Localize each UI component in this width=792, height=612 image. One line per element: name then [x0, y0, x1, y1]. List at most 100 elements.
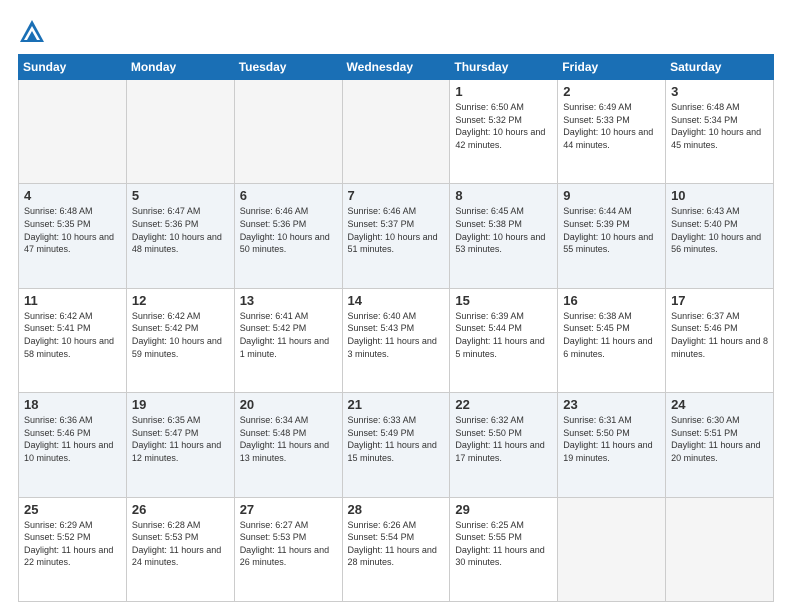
day-info: Sunrise: 6:48 AM Sunset: 5:35 PM Dayligh…: [24, 205, 121, 255]
weekday-header-saturday: Saturday: [666, 55, 774, 80]
calendar-cell: [126, 80, 234, 184]
day-number: 16: [563, 293, 660, 308]
calendar-cell: 1 Sunrise: 6:50 AM Sunset: 5:32 PM Daylig…: [450, 80, 558, 184]
calendar-cell: 12 Sunrise: 6:42 AM Sunset: 5:42 PM Dayli…: [126, 288, 234, 392]
calendar-cell: 8Sunrise: 6:45 AM Sunset: 5:38 PM Daylig…: [450, 184, 558, 288]
day-number: 14: [348, 293, 445, 308]
day-number: 26: [132, 502, 229, 517]
logo: [18, 18, 50, 46]
day-number: 2: [563, 84, 660, 99]
day-info: Sunrise: 6:41 AM Sunset: 5:42 PM Dayligh…: [240, 310, 337, 360]
day-number: 29: [455, 502, 552, 517]
day-info: Sunrise: 6:38 AM Sunset: 5:45 PM Dayligh…: [563, 310, 660, 360]
day-number: 11: [24, 293, 121, 308]
day-number: 10: [671, 188, 768, 203]
calendar-cell: 5 Sunrise: 6:47 AM Sunset: 5:36 PM Daylig…: [126, 184, 234, 288]
day-info: Sunrise: 6:45 AM Sunset: 5:38 PM Dayligh…: [455, 205, 552, 255]
day-info: Sunrise: 6:27 AM Sunset: 5:53 PM Dayligh…: [240, 519, 337, 569]
calendar-cell: 6 Sunrise: 6:46 AM Sunset: 5:36 PM Daylig…: [234, 184, 342, 288]
weekday-header-row: SundayMondayTuesdayWednesdayThursdayFrid…: [19, 55, 774, 80]
header: [18, 18, 774, 46]
calendar-cell: 24 Sunrise: 6:30 AM Sunset: 5:51 PM Dayli…: [666, 393, 774, 497]
calendar-cell: [342, 80, 450, 184]
calendar-cell: [234, 80, 342, 184]
calendar-week-row: 18Sunrise: 6:36 AM Sunset: 5:46 PM Dayli…: [19, 393, 774, 497]
calendar-week-row: 25 Sunrise: 6:29 AM Sunset: 5:52 PM Dayli…: [19, 497, 774, 601]
day-number: 24: [671, 397, 768, 412]
day-info: Sunrise: 6:46 AM Sunset: 5:36 PM Dayligh…: [240, 205, 337, 255]
calendar-cell: 28Sunrise: 6:26 AM Sunset: 5:54 PM Dayli…: [342, 497, 450, 601]
calendar-cell: 4 Sunrise: 6:48 AM Sunset: 5:35 PM Daylig…: [19, 184, 127, 288]
calendar-cell: 23 Sunrise: 6:31 AM Sunset: 5:50 PM Dayli…: [558, 393, 666, 497]
day-info: Sunrise: 6:26 AM Sunset: 5:54 PM Dayligh…: [348, 519, 445, 569]
day-number: 1: [455, 84, 552, 99]
day-number: 4: [24, 188, 121, 203]
calendar-cell: 27 Sunrise: 6:27 AM Sunset: 5:53 PM Dayli…: [234, 497, 342, 601]
calendar-cell: 19 Sunrise: 6:35 AM Sunset: 5:47 PM Dayli…: [126, 393, 234, 497]
day-number: 23: [563, 397, 660, 412]
day-number: 21: [348, 397, 445, 412]
calendar-cell: 26 Sunrise: 6:28 AM Sunset: 5:53 PM Dayli…: [126, 497, 234, 601]
calendar-cell: 2 Sunrise: 6:49 AM Sunset: 5:33 PM Daylig…: [558, 80, 666, 184]
calendar-cell: 29 Sunrise: 6:25 AM Sunset: 5:55 PM Dayli…: [450, 497, 558, 601]
calendar-cell: 20 Sunrise: 6:34 AM Sunset: 5:48 PM Dayli…: [234, 393, 342, 497]
calendar-table: SundayMondayTuesdayWednesdayThursdayFrid…: [18, 54, 774, 602]
weekday-header-thursday: Thursday: [450, 55, 558, 80]
calendar-cell: 22 Sunrise: 6:32 AM Sunset: 5:50 PM Dayli…: [450, 393, 558, 497]
day-info: Sunrise: 6:32 AM Sunset: 5:50 PM Dayligh…: [455, 414, 552, 464]
calendar-cell: 13 Sunrise: 6:41 AM Sunset: 5:42 PM Dayli…: [234, 288, 342, 392]
day-info: Sunrise: 6:34 AM Sunset: 5:48 PM Dayligh…: [240, 414, 337, 464]
logo-icon: [18, 18, 46, 46]
day-number: 6: [240, 188, 337, 203]
day-number: 22: [455, 397, 552, 412]
calendar-week-row: 11 Sunrise: 6:42 AM Sunset: 5:41 PM Dayli…: [19, 288, 774, 392]
day-info: Sunrise: 6:48 AM Sunset: 5:34 PM Dayligh…: [671, 101, 768, 151]
day-info: Sunrise: 6:39 AM Sunset: 5:44 PM Dayligh…: [455, 310, 552, 360]
calendar-cell: 3 Sunrise: 6:48 AM Sunset: 5:34 PM Daylig…: [666, 80, 774, 184]
day-number: 19: [132, 397, 229, 412]
day-info: Sunrise: 6:28 AM Sunset: 5:53 PM Dayligh…: [132, 519, 229, 569]
day-number: 13: [240, 293, 337, 308]
day-number: 5: [132, 188, 229, 203]
day-number: 15: [455, 293, 552, 308]
day-info: Sunrise: 6:50 AM Sunset: 5:32 PM Dayligh…: [455, 101, 552, 151]
day-info: Sunrise: 6:37 AM Sunset: 5:46 PM Dayligh…: [671, 310, 768, 360]
day-info: Sunrise: 6:33 AM Sunset: 5:49 PM Dayligh…: [348, 414, 445, 464]
page: SundayMondayTuesdayWednesdayThursdayFrid…: [0, 0, 792, 612]
day-info: Sunrise: 6:25 AM Sunset: 5:55 PM Dayligh…: [455, 519, 552, 569]
calendar-cell: [19, 80, 127, 184]
calendar-cell: [666, 497, 774, 601]
day-info: Sunrise: 6:31 AM Sunset: 5:50 PM Dayligh…: [563, 414, 660, 464]
calendar-cell: 7Sunrise: 6:46 AM Sunset: 5:37 PM Daylig…: [342, 184, 450, 288]
day-number: 7: [348, 188, 445, 203]
day-info: Sunrise: 6:35 AM Sunset: 5:47 PM Dayligh…: [132, 414, 229, 464]
weekday-header-monday: Monday: [126, 55, 234, 80]
calendar-cell: 11 Sunrise: 6:42 AM Sunset: 5:41 PM Dayli…: [19, 288, 127, 392]
day-info: Sunrise: 6:47 AM Sunset: 5:36 PM Dayligh…: [132, 205, 229, 255]
weekday-header-wednesday: Wednesday: [342, 55, 450, 80]
calendar-cell: 9Sunrise: 6:44 AM Sunset: 5:39 PM Daylig…: [558, 184, 666, 288]
calendar-cell: 18Sunrise: 6:36 AM Sunset: 5:46 PM Dayli…: [19, 393, 127, 497]
calendar-cell: [558, 497, 666, 601]
calendar-week-row: 1 Sunrise: 6:50 AM Sunset: 5:32 PM Daylig…: [19, 80, 774, 184]
day-info: Sunrise: 6:29 AM Sunset: 5:52 PM Dayligh…: [24, 519, 121, 569]
weekday-header-sunday: Sunday: [19, 55, 127, 80]
calendar-cell: 17 Sunrise: 6:37 AM Sunset: 5:46 PM Dayli…: [666, 288, 774, 392]
day-info: Sunrise: 6:42 AM Sunset: 5:41 PM Dayligh…: [24, 310, 121, 360]
day-number: 17: [671, 293, 768, 308]
day-number: 20: [240, 397, 337, 412]
day-info: Sunrise: 6:42 AM Sunset: 5:42 PM Dayligh…: [132, 310, 229, 360]
day-info: Sunrise: 6:36 AM Sunset: 5:46 PM Dayligh…: [24, 414, 121, 464]
day-info: Sunrise: 6:30 AM Sunset: 5:51 PM Dayligh…: [671, 414, 768, 464]
calendar-cell: 16 Sunrise: 6:38 AM Sunset: 5:45 PM Dayli…: [558, 288, 666, 392]
calendar-cell: 21 Sunrise: 6:33 AM Sunset: 5:49 PM Dayli…: [342, 393, 450, 497]
day-number: 12: [132, 293, 229, 308]
day-info: Sunrise: 6:43 AM Sunset: 5:40 PM Dayligh…: [671, 205, 768, 255]
calendar-cell: 14Sunrise: 6:40 AM Sunset: 5:43 PM Dayli…: [342, 288, 450, 392]
day-info: Sunrise: 6:49 AM Sunset: 5:33 PM Dayligh…: [563, 101, 660, 151]
day-number: 9: [563, 188, 660, 203]
day-number: 27: [240, 502, 337, 517]
calendar-cell: 25 Sunrise: 6:29 AM Sunset: 5:52 PM Dayli…: [19, 497, 127, 601]
day-number: 3: [671, 84, 768, 99]
day-number: 25: [24, 502, 121, 517]
